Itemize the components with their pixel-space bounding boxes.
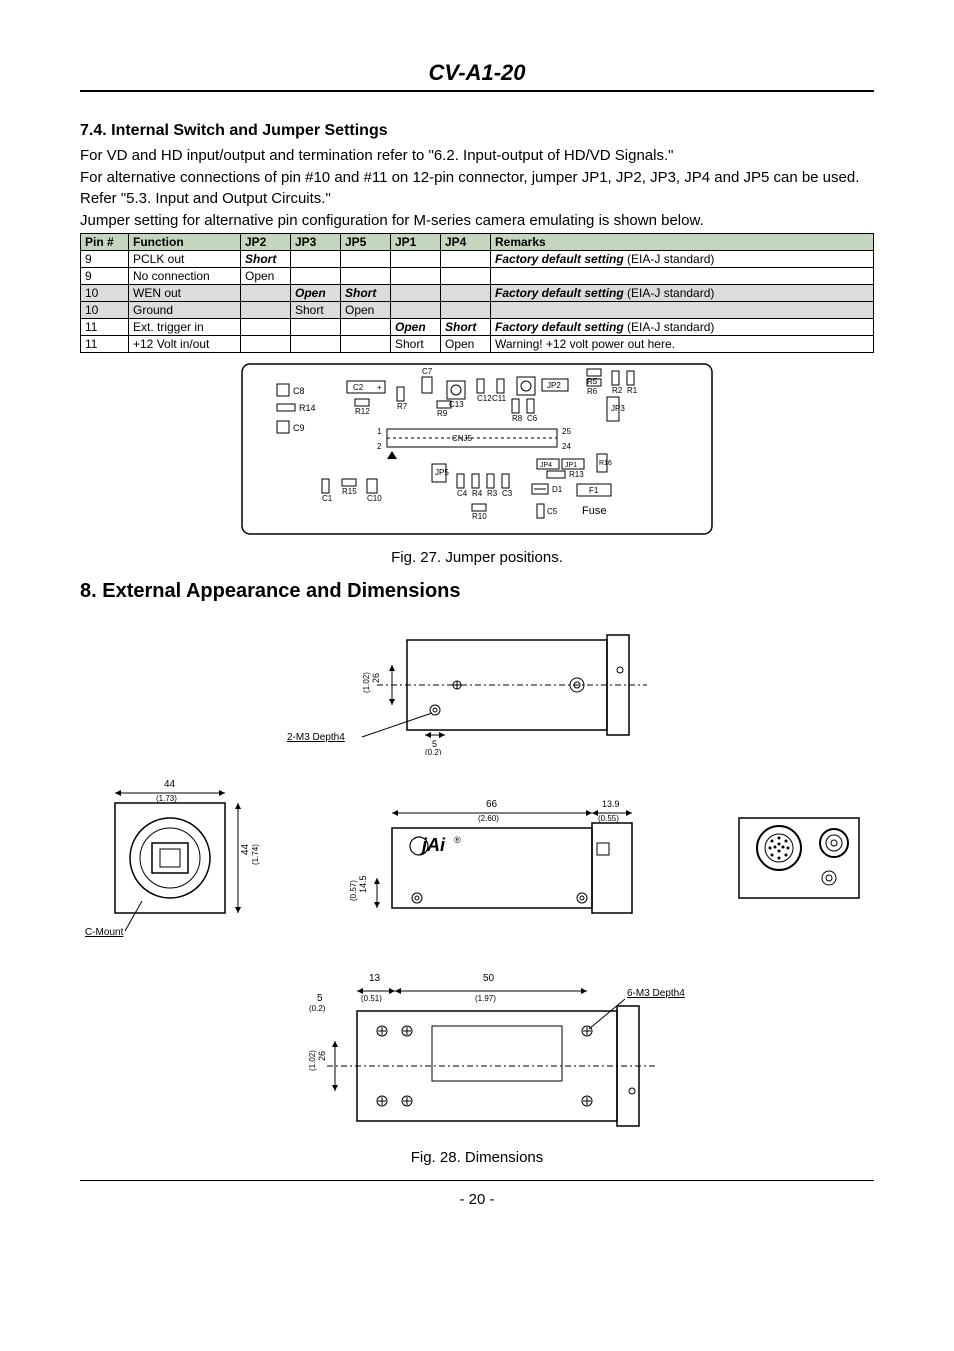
svg-text:R7: R7 <box>397 402 408 411</box>
svg-text:(0.2): (0.2) <box>425 748 442 755</box>
th-jp5: JP5 <box>341 234 391 251</box>
svg-text:2-M3 Depth4: 2-M3 Depth4 <box>287 732 345 743</box>
svg-text:D1: D1 <box>552 485 563 494</box>
svg-text:C12: C12 <box>477 394 492 403</box>
svg-text:(1.97): (1.97) <box>475 994 496 1003</box>
svg-text:2: 2 <box>377 442 382 451</box>
para-3: Jumper setting for alternative pin confi… <box>80 211 874 231</box>
svg-text:R14: R14 <box>299 403 316 413</box>
svg-text:66: 66 <box>486 799 498 810</box>
table-row: 10 WEN out Open Short Factory default se… <box>81 285 874 302</box>
rear-connector-icon <box>724 803 874 913</box>
svg-text:R8: R8 <box>512 414 523 423</box>
svg-text:50: 50 <box>483 973 495 984</box>
page-footer: - 20 - <box>80 1180 874 1208</box>
svg-text:C-Mount: C-Mount <box>85 927 124 938</box>
svg-text:(0.51): (0.51) <box>361 994 382 1003</box>
dimension-drawings: 26 (1.02) 2-M3 Depth4 5 (0.2) 44 (1.73) … <box>80 615 874 1141</box>
th-jp3: JP3 <box>291 234 341 251</box>
svg-text:F1: F1 <box>589 486 599 495</box>
fig27-caption: Fig. 27. Jumper positions. <box>80 549 874 566</box>
th-jp4: JP4 <box>441 234 491 251</box>
svg-text:13: 13 <box>369 973 381 984</box>
svg-text:6-M3 Depth4: 6-M3 Depth4 <box>627 988 685 999</box>
svg-text:®: ® <box>454 835 461 845</box>
para-1: For VD and HD input/output and terminati… <box>80 146 874 166</box>
svg-text:R1: R1 <box>627 386 638 395</box>
svg-text:14.5: 14.5 <box>358 875 368 893</box>
svg-text:R3: R3 <box>487 489 498 498</box>
svg-text:C8: C8 <box>293 386 305 396</box>
svg-text:(0.2): (0.2) <box>309 1004 326 1013</box>
svg-text:C6: C6 <box>527 414 538 423</box>
svg-text:R2: R2 <box>612 386 623 395</box>
th-func: Function <box>129 234 241 251</box>
svg-text:R6: R6 <box>587 387 598 396</box>
svg-text:JP4: JP4 <box>540 462 552 469</box>
svg-text:JP1: JP1 <box>565 462 577 469</box>
front-view-icon: 44 (1.73) 44 (1.74) C-Mount <box>80 773 280 943</box>
svg-text:(1.74): (1.74) <box>251 844 260 865</box>
side-view-icon: jAi® 66 (2.60) 13.9 (0.55) 14.5 (0.57) <box>342 793 662 923</box>
th-pin: Pin # <box>81 234 129 251</box>
svg-text:+: + <box>377 383 382 392</box>
svg-text:26: 26 <box>371 673 381 683</box>
svg-text:(1.02): (1.02) <box>362 672 371 693</box>
table-row: 11 +12 Volt in/out Short Open Warning! +… <box>81 336 874 353</box>
svg-text:(2.60): (2.60) <box>478 814 499 823</box>
fig28-caption: Fig. 28. Dimensions <box>80 1149 874 1166</box>
table-header-row: Pin # Function JP2 JP3 JP5 JP1 JP4 Remar… <box>81 234 874 251</box>
svg-text:C5: C5 <box>547 507 558 516</box>
svg-text:C2: C2 <box>353 383 364 392</box>
svg-text:44: 44 <box>164 779 176 790</box>
svg-text:R13: R13 <box>569 470 584 479</box>
svg-text:R9: R9 <box>437 409 448 418</box>
svg-text:C11: C11 <box>492 394 507 403</box>
svg-text:R12: R12 <box>355 407 370 416</box>
svg-text:R4: R4 <box>472 489 483 498</box>
pcb-diagram-icon: C8 R14 C9 C2+ R12 R7 C7 C13 R9 C12 C11 J… <box>237 359 717 539</box>
svg-text:Fuse: Fuse <box>582 505 606 517</box>
svg-text:25: 25 <box>562 427 571 436</box>
para-2: For alternative connections of pin #10 a… <box>80 168 874 209</box>
table-row: 11 Ext. trigger in Open Short Factory de… <box>81 319 874 336</box>
jumper-table: Pin # Function JP2 JP3 JP5 JP1 JP4 Remar… <box>80 233 874 353</box>
svg-text:R16: R16 <box>599 460 612 467</box>
th-remarks: Remarks <box>491 234 874 251</box>
svg-text:(1.73): (1.73) <box>156 794 177 803</box>
svg-text:13.9: 13.9 <box>602 799 620 809</box>
svg-text:R10: R10 <box>472 512 487 521</box>
th-jp1: JP1 <box>391 234 441 251</box>
svg-text:R5: R5 <box>587 377 598 386</box>
document-header: CV-A1-20 <box>80 60 874 92</box>
svg-text:(0.57): (0.57) <box>349 880 358 901</box>
svg-text:(0.55): (0.55) <box>598 814 619 823</box>
table-row: 9 PCLK out Short Factory default setting… <box>81 251 874 268</box>
svg-text:JP2: JP2 <box>547 381 561 390</box>
svg-text:C7: C7 <box>422 367 433 376</box>
bottom-view-icon: 13 (0.51) 50 (1.97) 5 (0.2) 26 (1.02) 6-… <box>247 961 707 1141</box>
svg-text:1: 1 <box>377 427 382 436</box>
section-7-4-heading: 7.4. Internal Switch and Jumper Settings <box>80 122 874 140</box>
table-row: 9 No connection Open <box>81 268 874 285</box>
table-row: 10 Ground Short Open <box>81 302 874 319</box>
svg-text:JP3: JP3 <box>611 404 625 413</box>
svg-text:JP5: JP5 <box>435 468 449 477</box>
svg-text:24: 24 <box>562 442 571 451</box>
th-jp2: JP2 <box>241 234 291 251</box>
section-8-heading: 8. External Appearance and Dimensions <box>80 580 874 603</box>
svg-text:C1: C1 <box>322 494 333 503</box>
svg-text:C10: C10 <box>367 494 382 503</box>
svg-text:26: 26 <box>317 1051 327 1061</box>
svg-text:C9: C9 <box>293 423 305 433</box>
fig27-drawing: C8 R14 C9 C2+ R12 R7 C7 C13 R9 C12 C11 J… <box>237 359 717 539</box>
svg-text:C3: C3 <box>502 489 513 498</box>
svg-text:44: 44 <box>240 843 251 855</box>
svg-text:(1.02): (1.02) <box>308 1050 317 1071</box>
svg-text:R15: R15 <box>342 487 357 496</box>
svg-text:C4: C4 <box>457 489 468 498</box>
top-view-icon: 26 (1.02) 2-M3 Depth4 5 (0.2) <box>277 615 677 755</box>
svg-text:5: 5 <box>317 993 323 1004</box>
